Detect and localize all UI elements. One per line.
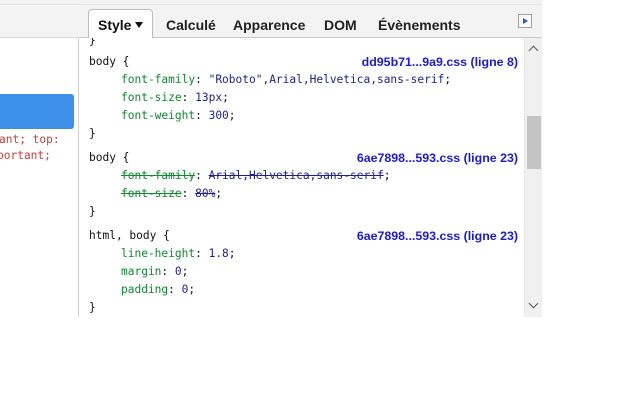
- declaration-value[interactable]: 13px: [195, 91, 222, 104]
- html-source-fragment: ant; top: portant;: [0, 132, 60, 196]
- html-source-line: ant; top:: [0, 133, 60, 146]
- tab-dom[interactable]: DOM: [324, 12, 357, 38]
- rule-selector[interactable]: body {: [89, 149, 129, 167]
- css-declaration[interactable]: line-height: 1.8;: [121, 245, 236, 263]
- rule-close-brace: }: [89, 205, 96, 218]
- tab-style-label: Style: [98, 17, 132, 33]
- rule-selector[interactable]: body {: [89, 53, 129, 71]
- tab-computed[interactable]: Calculé: [166, 12, 216, 38]
- rule-source-link[interactable]: dd95b71...9a9.css (ligne 8): [362, 53, 518, 71]
- css-declaration[interactable]: margin: 0;: [121, 263, 188, 281]
- scroll-up-icon[interactable]: [529, 44, 539, 54]
- tabbar-divider: [80, 4, 542, 5]
- rule-selector[interactable]: html, body {: [89, 227, 170, 245]
- toolbar-divider: [0, 4, 80, 5]
- tab-layout[interactable]: Apparence: [233, 12, 305, 38]
- css-declaration-overridden[interactable]: font-family: Arial,Helvetica,sans-serif;: [121, 167, 390, 185]
- declaration-property[interactable]: margin: [121, 265, 161, 278]
- declaration-property[interactable]: font-family: [121, 169, 195, 182]
- declaration-property[interactable]: font-family: [121, 73, 195, 86]
- declaration-value[interactable]: 300: [209, 109, 229, 122]
- rule-source-link[interactable]: 6ae7898...593.css (ligne 23): [357, 149, 518, 167]
- declaration-property[interactable]: line-height: [121, 247, 195, 260]
- side-panel-tabbar: Style Calculé Apparence DOM Évènements: [80, 0, 542, 39]
- declaration-property[interactable]: font-weight: [121, 109, 195, 122]
- tabs-scroll-right-icon[interactable]: [518, 14, 532, 28]
- declaration-property[interactable]: font-size: [121, 91, 182, 104]
- rule-close-brace: }: [89, 127, 96, 140]
- css-declaration[interactable]: font-weight: 300;: [121, 107, 236, 125]
- rule-close-brace: }: [89, 301, 96, 314]
- html-panel: ant; top: portant;: [0, 0, 80, 317]
- style-pane-scrollbar[interactable]: [524, 38, 542, 317]
- html-panel-toolbar: [0, 0, 80, 38]
- tab-style[interactable]: Style: [88, 9, 154, 39]
- previous-rule-close-brace: }: [89, 38, 96, 47]
- css-declaration[interactable]: font-family: "Roboto",Arial,Helvetica,sa…: [121, 71, 451, 89]
- panel-divider: [78, 38, 79, 317]
- declaration-property[interactable]: padding: [121, 283, 168, 296]
- scroll-down-icon[interactable]: [529, 301, 539, 311]
- selected-node-row[interactable]: [0, 94, 74, 129]
- declaration-value[interactable]: 0: [182, 283, 189, 296]
- declaration-value[interactable]: 80%: [195, 187, 215, 200]
- css-declaration[interactable]: font-size: 13px;: [121, 89, 229, 107]
- declaration-value[interactable]: 0: [175, 265, 182, 278]
- declaration-value[interactable]: "Roboto",Arial,Helvetica,sans-serif: [209, 73, 445, 86]
- style-rules-pane: } body { dd95b71...9a9.css (ligne 8) fon…: [80, 38, 524, 317]
- tab-events[interactable]: Évènements: [378, 12, 460, 38]
- rule-source-link[interactable]: 6ae7898...593.css (ligne 23): [357, 227, 518, 245]
- html-source-line: portant;: [0, 149, 51, 162]
- declaration-property[interactable]: font-size: [121, 187, 182, 200]
- scrollbar-thumb[interactable]: [527, 116, 541, 169]
- declaration-value[interactable]: 1.8: [209, 247, 229, 260]
- css-declaration[interactable]: padding: 0;: [121, 281, 195, 299]
- css-declaration-overridden[interactable]: font-size: 80%;: [121, 185, 222, 203]
- dropdown-caret-icon[interactable]: [135, 22, 144, 29]
- declaration-value[interactable]: Arial,Helvetica,sans-serif: [209, 169, 384, 182]
